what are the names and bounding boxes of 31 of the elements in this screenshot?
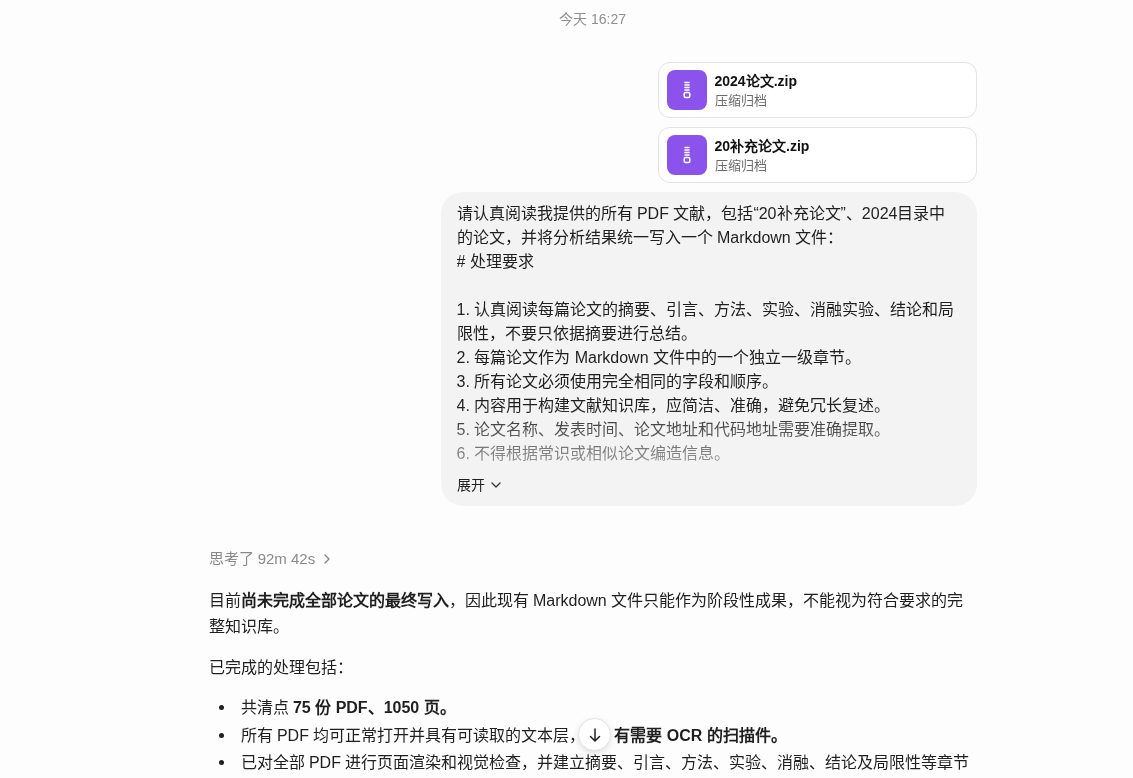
message-text: 2. 每篇论文作为 Markdown 文件中的一个独立一级章节。	[456, 348, 861, 368]
file-type: 压缩归档	[714, 156, 767, 175]
message-text: 6. 不得根据常识或相似论文编造信息。	[456, 444, 731, 464]
list-item-text: 有需要 OCR 的扫描件。	[614, 725, 787, 746]
scroll-down-button[interactable]	[578, 718, 611, 751]
message-text: 5. 论文名称、发表时间、论文地址和代码地址需要准确提取。	[456, 420, 891, 440]
arrow-down-icon	[588, 727, 601, 742]
zip-file-icon	[666, 70, 707, 110]
bullet-icon	[218, 705, 224, 711]
message-text: 3. 所有论文必须使用完全相同的字段和顺序。	[456, 372, 779, 392]
list-item-text: 共清点 75 份 PDF、1050 页。	[240, 698, 456, 718]
message-text: # 处理要求	[456, 252, 534, 272]
message-text: 1. 认真阅读每篇论文的摘要、引言、方法、实验、消融实验、结论和局限性，不要只依据摘要进行总结。	[456, 300, 956, 344]
message-text: 4. 内容用于构建文献知识库，应简洁、准确，避免冗长复述。	[456, 396, 891, 416]
file-type: 压缩归档	[714, 91, 767, 110]
response-paragraph: 目前尚未完成全部论文的最终写入，因此现有 Markdown 文件只能作为阶段性成果，不能视为符合要求的完整知识库。	[208, 590, 965, 637]
zip-file-icon	[666, 135, 707, 175]
file-card[interactable]: 2024论文.zip 压缩归档	[657, 62, 977, 118]
list-item-text: 所有 PDF 均可正常打开并具有可读取的文本层，	[240, 725, 586, 746]
chevron-down-icon	[490, 482, 501, 488]
file-name: 20补充论文.zip	[714, 136, 810, 156]
expand-button[interactable]: 展开	[456, 473, 501, 497]
response-paragraph: 已完成的处理包括：	[208, 658, 354, 678]
bullet-icon	[218, 732, 224, 738]
bullet-icon	[218, 760, 224, 766]
chevron-right-icon	[324, 554, 331, 564]
list-item-text: 已对全部 PDF 进行页面渲染和视觉检查，并建立摘要、引言、方法、实验、消融、结论及局限性等章节	[240, 753, 970, 773]
message-text: 请认真阅读我提供的所有 PDF 文献，包括“20补充论文”、2024目录中的论文，并将分析结果统一写入一个 Markdown 文件：	[456, 204, 947, 248]
file-name: 2024论文.zip	[714, 71, 797, 91]
file-card[interactable]: 20补充论文.zip 压缩归档	[657, 127, 977, 183]
timestamp: 今天 16:27	[559, 10, 626, 29]
